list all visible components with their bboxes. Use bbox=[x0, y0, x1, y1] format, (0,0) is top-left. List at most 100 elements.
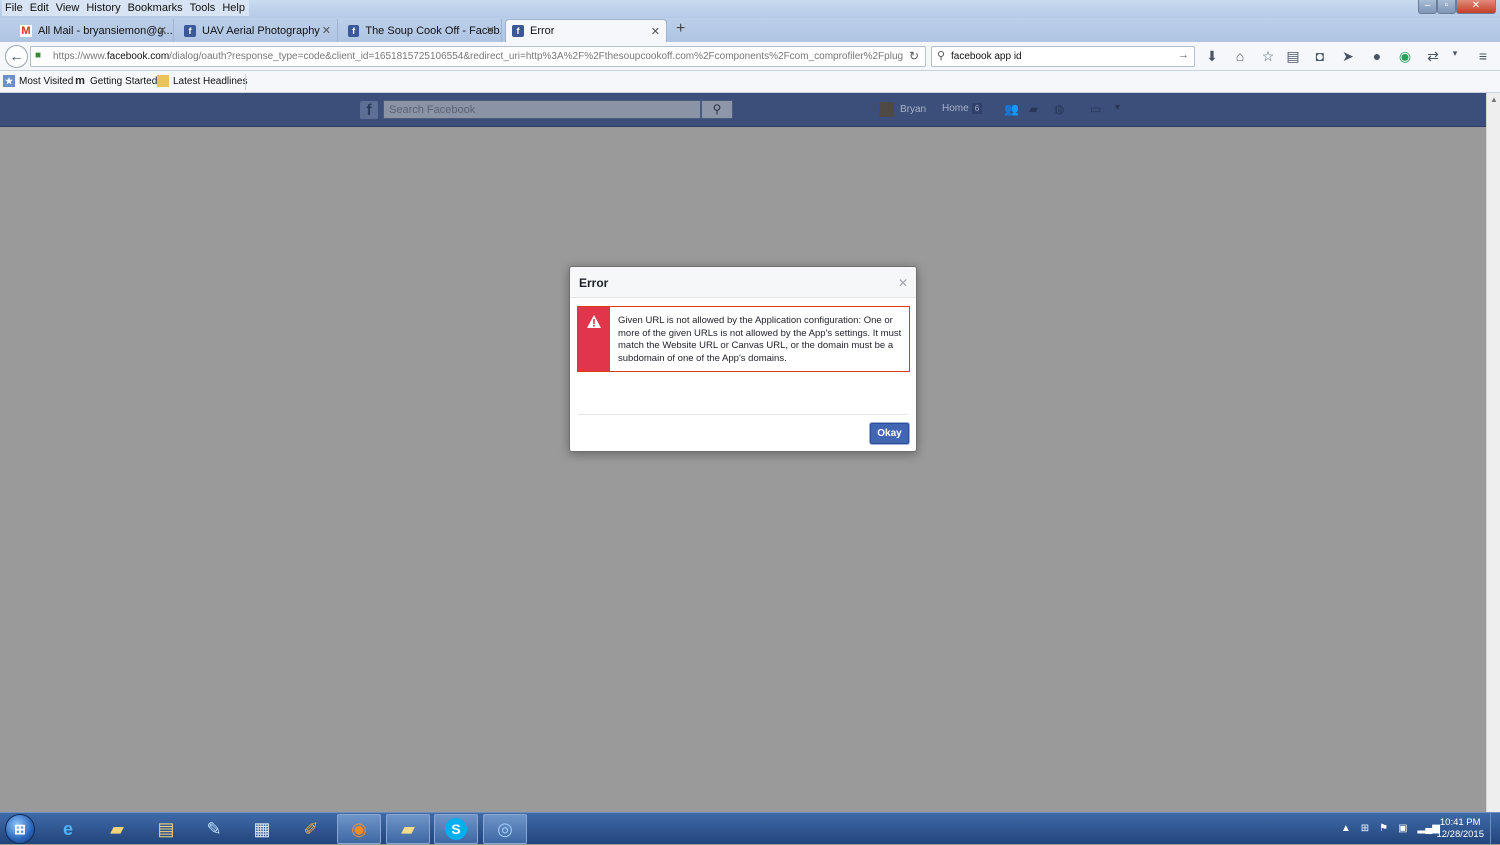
maximize-button[interactable]: ▫ bbox=[1437, 0, 1456, 14]
facebook-home-link[interactable]: Home 6 bbox=[942, 103, 983, 114]
tab-soup-cook-off[interactable]: f The Soup Cook Off - Faceb... ✕ bbox=[342, 19, 502, 42]
action-center-flag-icon[interactable]: ⚑ bbox=[1379, 823, 1388, 834]
url-domain: facebook.com bbox=[106, 51, 170, 62]
menu-file[interactable]: File bbox=[2, 0, 27, 16]
facebook-header: f ⚲ Bryan Home 6 👥 ▰ ◍ ▭ ▼ bbox=[0, 93, 1486, 127]
reload-icon[interactable]: ↻ bbox=[909, 49, 919, 63]
bookmark-star-icon[interactable]: ☆ bbox=[1259, 48, 1277, 65]
overflow-dropdown-icon[interactable]: ▾ bbox=[1446, 48, 1464, 59]
account-dropdown-icon[interactable]: ▼ bbox=[1113, 102, 1122, 112]
system-clock[interactable]: 10:41 PM 12/28/2015 bbox=[1436, 817, 1484, 841]
tab-title: All Mail - bryansiemon@g... bbox=[38, 24, 173, 37]
error-dialog: Error ✕ Given URL is not allowed by the … bbox=[569, 266, 917, 452]
minimize-button[interactable]: – bbox=[1418, 0, 1437, 14]
url-text[interactable]: https://www.facebook.com/dialog/oauth?re… bbox=[53, 51, 903, 62]
menu-bookmarks[interactable]: Bookmarks bbox=[125, 0, 187, 16]
search-bar[interactable]: ⚲ → bbox=[931, 46, 1195, 67]
firefox-icon: ◉ bbox=[351, 818, 367, 839]
gmail-icon: M bbox=[20, 24, 32, 37]
power-icon[interactable]: ▣ bbox=[1398, 823, 1407, 834]
close-tab-icon[interactable]: ✕ bbox=[651, 25, 660, 38]
extension-icon[interactable]: ⇄ bbox=[1424, 48, 1442, 65]
bookmarks-library-icon[interactable]: ▤ bbox=[1284, 48, 1302, 65]
close-window-button[interactable]: ✕ bbox=[1456, 0, 1496, 14]
start-button[interactable]: ⊞ bbox=[5, 814, 35, 844]
back-arrow-icon: ← bbox=[9, 48, 24, 64]
rss-folder-icon bbox=[157, 75, 169, 87]
notepad-icon: ✎ bbox=[206, 818, 222, 839]
tab-all-mail[interactable]: M All Mail - bryansiemon@g... ✕ bbox=[14, 19, 174, 42]
menu-tools[interactable]: Tools bbox=[187, 0, 220, 16]
tab-title: Error bbox=[530, 25, 555, 37]
send-icon[interactable]: ➤ bbox=[1339, 48, 1357, 65]
skype-taskbar-button[interactable]: S bbox=[434, 814, 478, 844]
facebook-logo-icon[interactable]: f bbox=[360, 101, 378, 119]
folder-open-taskbar-button[interactable]: ▰ bbox=[386, 814, 430, 844]
friend-requests-icon[interactable]: 👥 bbox=[1004, 102, 1019, 116]
messages-icon[interactable]: ▰ bbox=[1029, 102, 1038, 116]
hamburger-menu-icon[interactable]: ≡ bbox=[1474, 48, 1492, 64]
browser-circle-icon: ◎ bbox=[497, 818, 513, 839]
chat-icon[interactable]: ● bbox=[1368, 48, 1386, 64]
menu-edit[interactable]: Edit bbox=[27, 0, 53, 16]
notifications-globe-icon[interactable]: ◍ bbox=[1054, 102, 1064, 116]
chrome-taskbar-button[interactable]: ◎ bbox=[483, 814, 527, 844]
bookmark-most-visited[interactable]: ★ Most Visited bbox=[3, 75, 73, 87]
show-hidden-icons-icon[interactable]: ▲ bbox=[1341, 823, 1351, 834]
show-desktop-button[interactable] bbox=[1490, 813, 1500, 845]
facebook-search-input[interactable] bbox=[384, 101, 700, 118]
firefox-taskbar-button[interactable]: ◉ bbox=[337, 814, 381, 844]
close-tab-icon[interactable]: ✕ bbox=[158, 24, 167, 37]
navigation-bar: ← ■ https://www.facebook.com/dialog/oaut… bbox=[0, 42, 1500, 71]
url-bar[interactable]: ■ https://www.facebook.com/dialog/oauth?… bbox=[30, 46, 926, 67]
search-input[interactable] bbox=[951, 49, 1171, 64]
search-icon: ⚲ bbox=[937, 50, 946, 62]
close-tab-icon[interactable]: ✕ bbox=[322, 24, 331, 37]
close-icon[interactable]: ✕ bbox=[898, 276, 908, 290]
tab-uav-aerial[interactable]: f UAV Aerial Photography ✕ bbox=[178, 19, 338, 42]
home-icon[interactable]: ⌂ bbox=[1231, 48, 1249, 64]
file-explorer-taskbar-button[interactable]: ▰ bbox=[95, 814, 139, 844]
internet-explorer-icon: e bbox=[62, 818, 73, 839]
search-icon: ⚲ bbox=[712, 102, 722, 116]
tab-title: UAV Aerial Photography bbox=[202, 24, 320, 37]
tab-error[interactable]: f Error ✕ bbox=[505, 19, 667, 42]
error-stripe bbox=[578, 307, 610, 371]
menu-history[interactable]: History bbox=[83, 0, 124, 16]
scroll-up-icon[interactable]: ▲ bbox=[1490, 95, 1498, 104]
grammarly-icon[interactable]: ◉ bbox=[1396, 48, 1414, 65]
calculator-taskbar-button[interactable]: ▦ bbox=[240, 814, 284, 844]
pocket-icon[interactable]: ◘ bbox=[1311, 48, 1329, 64]
windows-taskbar: ⊞ e ▰ ▤ ✎ ▦ ✐ ◉ ▰ S ◎ ▲ ⊞ ⚑ ▣ ▂▄▆ 10:41 … bbox=[0, 812, 1500, 845]
system-tray: ▲ ⊞ ⚑ ▣ ▂▄▆ bbox=[1341, 823, 1440, 834]
menu-help[interactable]: Help bbox=[219, 0, 249, 16]
error-message-text: Given URL is not allowed by the Applicat… bbox=[618, 315, 902, 364]
search-go-icon[interactable]: → bbox=[1178, 49, 1189, 61]
page-overlay bbox=[0, 127, 1486, 812]
internet-explorer-taskbar-button[interactable]: e bbox=[46, 814, 90, 844]
menu-view[interactable]: View bbox=[53, 0, 84, 16]
tools-icon: ✐ bbox=[303, 818, 319, 839]
facebook-profile-link[interactable]: Bryan bbox=[879, 102, 926, 117]
bookmark-latest-headlines[interactable]: Latest Headlines bbox=[157, 75, 248, 87]
skype-icon: S bbox=[445, 818, 467, 840]
bookmark-getting-started[interactable]: m Getting Started bbox=[74, 75, 157, 87]
facebook-search-button[interactable]: ⚲ bbox=[701, 100, 733, 119]
downloads-icon[interactable]: ⬇ bbox=[1203, 48, 1221, 65]
tab-title: The Soup Cook Off - Faceb... bbox=[365, 24, 501, 37]
new-tab-button[interactable]: + bbox=[676, 20, 685, 38]
facebook-search-box[interactable] bbox=[383, 100, 701, 119]
windows-logo-icon: ⊞ bbox=[14, 821, 26, 837]
dialog-divider bbox=[578, 414, 908, 415]
tools-taskbar-button[interactable]: ✐ bbox=[289, 814, 333, 844]
privacy-shortcuts-icon[interactable]: ▭ bbox=[1090, 102, 1101, 116]
vertical-scrollbar[interactable]: ▲ bbox=[1486, 93, 1500, 812]
documents-taskbar-button[interactable]: ▤ bbox=[144, 814, 188, 844]
okay-button[interactable]: Okay bbox=[870, 423, 909, 444]
close-tab-icon[interactable]: ✕ bbox=[486, 24, 495, 37]
notepad-taskbar-button[interactable]: ✎ bbox=[192, 814, 236, 844]
error-message-box: Given URL is not allowed by the Applicat… bbox=[577, 306, 910, 372]
windows-flag-icon[interactable]: ⊞ bbox=[1361, 823, 1369, 834]
back-button[interactable]: ← bbox=[5, 45, 28, 68]
getting-started-icon: m bbox=[75, 75, 85, 87]
